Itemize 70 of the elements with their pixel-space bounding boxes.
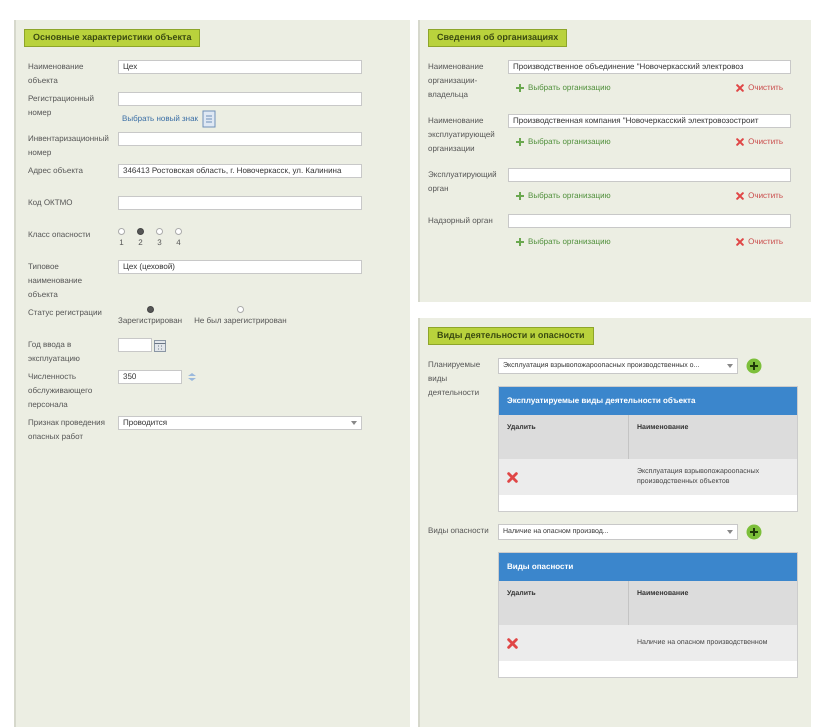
field-label: Инвентаризационный номер — [28, 133, 110, 159]
dropdown[interactable]: Проводится — [118, 416, 362, 430]
field-label: Класс опасности — [28, 229, 92, 241]
radio-label: 3 — [157, 237, 162, 249]
field-label: Год ввода в эксплуатацию — [28, 339, 81, 365]
select-number-link[interactable]: Выбрать новый знак — [122, 113, 198, 125]
field-label: Виды опасности — [428, 525, 490, 537]
delete-icon[interactable] — [507, 638, 518, 648]
panel-title: Виды деятельности и опасности — [428, 327, 594, 344]
field-label: Типовое наименование объекта — [28, 261, 84, 301]
table-title: Виды опасности — [499, 553, 797, 581]
clear-link[interactable]: Очистить — [748, 236, 783, 248]
input-field[interactable]: Производственное объединение "Новочеркасский электровоз — [508, 60, 791, 74]
field-label: Код ОКТМО — [28, 197, 74, 209]
add-button-icon[interactable] — [746, 524, 762, 540]
field-label: Наименование эксплуатирующей организации — [428, 115, 496, 155]
document-icon[interactable] — [202, 110, 216, 128]
input-field[interactable] — [118, 92, 362, 106]
plus-icon — [516, 84, 524, 92]
clear-link[interactable]: Очистить — [748, 82, 783, 94]
field-label: Адрес объекта — [28, 165, 84, 177]
plus-icon — [516, 138, 524, 146]
input-field[interactable] — [118, 196, 362, 210]
clear-link[interactable]: Очистить — [748, 136, 783, 148]
panel-title: Сведения об организациях — [428, 29, 568, 46]
clear-link[interactable]: Очистить — [748, 190, 783, 202]
clear-icon[interactable] — [736, 192, 744, 200]
radio-label: 2 — [138, 237, 143, 249]
table-title: Эксплуатируемые виды деятельности объекта — [499, 387, 797, 415]
panel-title: Основные характеристики объекта — [24, 29, 200, 46]
radio-label: Не был зарегистрирован — [194, 315, 287, 327]
field-label: Регистрационный номер — [28, 93, 95, 119]
plus-icon — [516, 238, 524, 246]
field-label: Численность обслуживающего персонала — [28, 371, 94, 411]
field-label: Наименование объекта — [28, 61, 84, 87]
radio-button[interactable] — [146, 306, 154, 313]
input-field[interactable] — [508, 214, 791, 228]
radio-button[interactable] — [156, 228, 163, 235]
input-field[interactable]: 346413 Ростовская область, г. Новочеркасск, ул. Калинина — [118, 164, 362, 178]
field-label: Надзорный орган — [428, 215, 494, 227]
clear-icon[interactable] — [736, 138, 744, 146]
radio-label: 4 — [176, 237, 181, 249]
clear-icon[interactable] — [736, 238, 744, 246]
input-field[interactable] — [118, 132, 362, 146]
caret-icon — [727, 364, 733, 368]
radio-button[interactable] — [175, 228, 182, 235]
radio-label: Зарегистрирован — [118, 315, 182, 327]
input-field[interactable] — [118, 338, 152, 352]
radio-button[interactable] — [118, 228, 125, 235]
field-label: Статус регистрации — [28, 307, 103, 319]
caret-icon — [727, 530, 733, 534]
field-label: Наименование организации-владельца — [428, 61, 484, 101]
radio-label: 1 — [119, 237, 124, 249]
spinner-arrows-icon[interactable] — [186, 372, 198, 382]
input-field[interactable] — [508, 168, 791, 182]
field-label: Планируемые виды деятельности — [428, 359, 482, 399]
calendar-icon[interactable] — [154, 338, 166, 352]
input-field[interactable]: 350 — [118, 370, 182, 384]
field-label: Признак проведения опасных работ — [28, 417, 106, 443]
input-field[interactable]: Цех (цеховой) — [118, 260, 362, 274]
input-field[interactable]: Цех — [118, 60, 362, 74]
input-field[interactable]: Производственная компания "Новочеркасский электровозостроит — [508, 114, 791, 128]
plus-icon — [516, 192, 524, 200]
clear-icon[interactable] — [736, 84, 744, 92]
radio-button[interactable] — [137, 228, 144, 235]
radio-button[interactable] — [236, 306, 244, 313]
delete-icon[interactable] — [507, 472, 518, 482]
add-button-icon[interactable] — [746, 358, 762, 374]
field-label: Эксплуатирующий орган — [428, 169, 498, 195]
caret-icon — [351, 421, 357, 425]
